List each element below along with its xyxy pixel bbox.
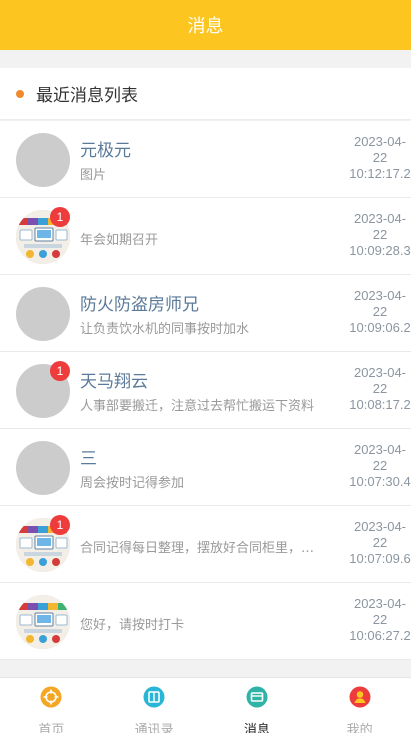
tab-message[interactable]: 消息 [206,678,309,733]
message-timestamp: 2023-04- 22 10:07:09.6 [340,519,411,567]
timestamp-time: 10:07:09.6 [349,551,411,566]
avatar-container [16,595,70,649]
tab-label: 首页 [38,723,65,733]
section-title: 最近消息列表 [36,86,138,106]
unread-badge: 1 [50,361,70,381]
avatar-container: 1 [16,361,70,418]
timestamp-date: 2023-04- [353,596,407,611]
timestamp-day: 22 [372,304,388,319]
message-preview: 您好，请按时打卡 [80,618,185,633]
timestamp-day: 22 [372,535,388,550]
avatar-container [16,287,70,341]
avatar-placeholder [16,287,70,341]
message-item[interactable]: 您好，请按时打卡 2023-04- 22 10:06:27.2 [0,583,411,660]
message-item[interactable]: 1 天马翔云人事部要搬迁，注意过去帮忙搬运下资料 2023-04- 22 10:08:1… [0,352,411,429]
tab-home[interactable]: 首页 [0,678,103,733]
message-item[interactable]: 1 年会如期召开 2023-04- 22 10:09:28.3 [0,198,411,275]
timestamp-day: 22 [372,150,388,165]
message-preview: 合同记得每日整理，摆放好合同柜里，… [80,541,315,556]
message-item[interactable]: 三周会按时记得参加 2023-04- 22 10:07:30.4 [0,429,411,506]
timestamp-date: 2023-04- [353,442,407,457]
top-bar: 消息 [0,0,411,50]
tab-profile[interactable]: 我的 [308,678,411,733]
contacts-icon [143,686,165,712]
message-preview: 人事部要搬迁，注意过去帮忙搬运下资料 [80,399,315,414]
tab-contacts[interactable]: 通讯录 [103,678,206,733]
section-header: 最近消息列表 [0,68,411,120]
timestamp-date: 2023-04- [353,288,407,303]
message-timestamp: 2023-04- 22 10:06:27.2 [340,596,411,644]
timestamp-day: 22 [372,458,388,473]
avatar-container: 1 [16,515,70,572]
tab-label: 消息 [243,723,270,733]
timestamp-day: 22 [372,227,388,242]
sender-name: 元极元 [80,141,131,161]
avatar-placeholder [16,441,70,495]
avatar-container [16,133,70,187]
message-item[interactable]: 防火防盗房师兄让负责饮水机的同事按时加水 2023-04- 22 10:09:06.2 [0,275,411,352]
message-timestamp: 2023-04- 22 10:09:06.2 [340,288,411,336]
avatar-placeholder [16,133,70,187]
timestamp-time: 10:07:30.4 [349,474,411,489]
message-item[interactable]: 1 合同记得每日整理，摆放好合同柜里，… 2023-04- 22 10:07:09.6 [0,506,411,583]
bottom-tab-bar: 首页 通讯录 消息 我的 [0,677,411,733]
sender-name: 防火防盗房师兄 [80,295,199,315]
message-item[interactable]: 元极元图片 2023-04- 22 10:12:17.2 [0,121,411,198]
message-preview: 图片 [80,168,107,183]
message-preview: 让负责饮水机的同事按时加水 [80,322,250,337]
timestamp-date: 2023-04- [353,365,407,380]
group-avatar [16,595,70,649]
timestamp-day: 22 [372,612,388,627]
message-list: 元极元 图片 2023-04- 22 10:12:17.2 1 年会如期召开 2023-04-… [0,121,411,660]
message-timestamp: 2023-04- 22 10:09:28.3 [340,211,411,259]
sender-name: 天马翔云 [80,372,148,392]
avatar-container [16,441,70,495]
timestamp-time: 10:06:27.2 [349,628,411,643]
message-timestamp: 2023-04- 22 10:07:30.4 [340,442,411,490]
message-preview: 年会如期召开 [80,233,159,248]
unread-badge: 1 [50,515,70,535]
sender-name: 三 [80,449,97,469]
bullet-dot-icon [16,89,24,98]
message-timestamp: 2023-04- 22 10:12:17.2 [340,134,411,182]
message-icon [246,686,268,712]
timestamp-day: 22 [372,381,388,396]
timestamp-date: 2023-04- [353,211,407,226]
message-timestamp: 2023-04- 22 10:08:17.2 [340,365,411,413]
timestamp-date: 2023-04- [353,134,407,149]
timestamp-date: 2023-04- [353,519,407,534]
timestamp-time: 10:09:06.2 [349,320,411,335]
tab-label: 我的 [346,723,373,733]
unread-badge: 1 [50,207,70,227]
timestamp-time: 10:09:28.3 [349,243,411,258]
tab-label: 通讯录 [134,723,174,733]
timestamp-time: 10:08:17.2 [349,397,411,412]
profile-icon [349,686,371,712]
message-preview: 周会按时记得参加 [80,476,185,491]
page-title: 消息 [187,16,224,37]
timestamp-time: 10:12:17.2 [349,166,411,181]
home-icon [40,686,62,712]
avatar-container: 1 [16,207,70,264]
